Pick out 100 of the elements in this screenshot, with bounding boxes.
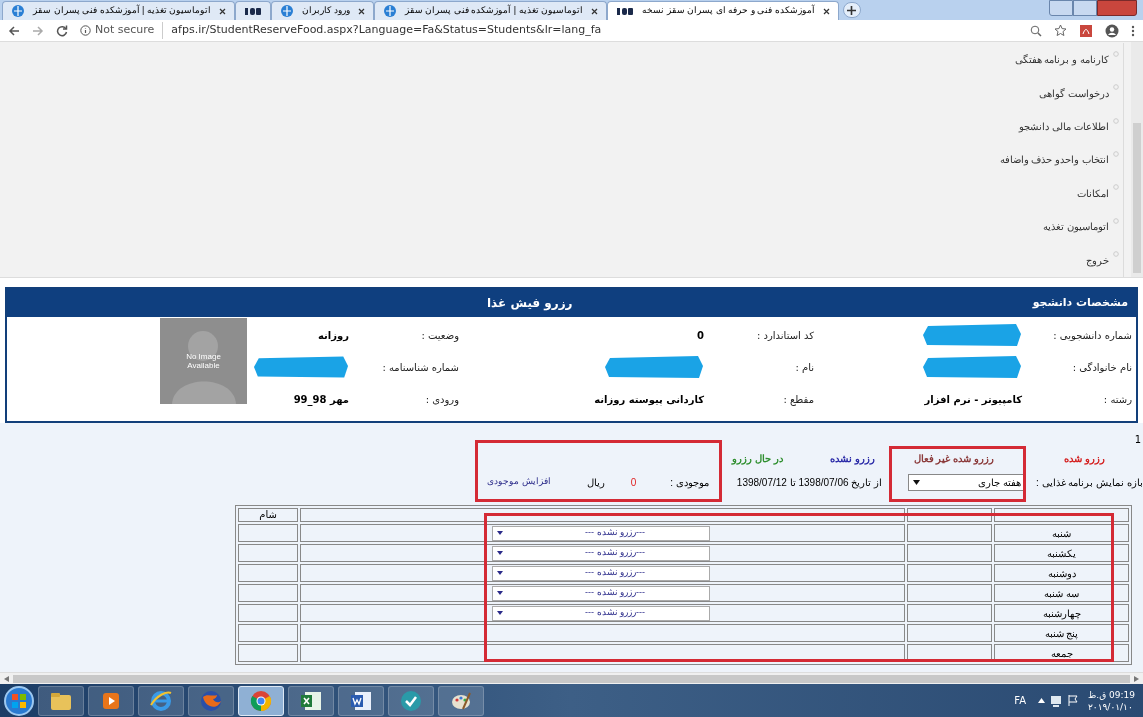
balance-label: موجودی :: [670, 475, 709, 490]
field-label: وضعیت :: [421, 328, 460, 343]
scroll-left-icon[interactable]: [4, 675, 9, 682]
balance-value: 0: [630, 475, 637, 490]
field-label: مقطع :: [783, 392, 815, 407]
page-number: 1: [1133, 433, 1142, 447]
circle-icon: [1113, 117, 1119, 124]
dropdown-arrow-icon: [497, 551, 503, 555]
circle-icon: [1113, 84, 1119, 91]
field-label: رشته :: [1103, 392, 1133, 407]
document-icon: [349, 689, 373, 712]
currency-label: ریال: [586, 475, 605, 490]
menu-item[interactable]: درخواست گواهی: [1039, 85, 1109, 101]
reload-icon[interactable]: [56, 24, 68, 37]
account-icon[interactable]: [1105, 23, 1119, 38]
column-header: شام: [238, 508, 298, 522]
play-icon: [101, 690, 121, 711]
chrome-icon: [249, 688, 273, 713]
field-value: کامپیوتر - نرم افزار: [924, 392, 1022, 407]
range-label: بازه نمایش برنامه غذایی :: [1036, 475, 1143, 490]
day-cell: شنبه: [994, 524, 1129, 542]
language-indicator[interactable]: FA: [1014, 693, 1027, 708]
legend-label: رزرو نشده: [830, 452, 875, 466]
url-text[interactable]: afps.ir/StudentReserveFood.aspx?Language=Fa&Status=Students&lr=lang_fa: [171, 22, 602, 39]
pdf-extension-icon[interactable]: [1079, 23, 1093, 38]
windows-logo-icon: [12, 693, 26, 708]
globe-icon: [382, 4, 397, 18]
flag-icon[interactable]: [1067, 694, 1081, 707]
section-title: مشخصات دانشجو: [1032, 294, 1128, 311]
star-icon[interactable]: [1054, 24, 1067, 37]
topup-link[interactable]: افزایش موجودی: [487, 475, 551, 489]
circle-icon: [1113, 184, 1119, 191]
field-value: کاردانی پیوسته روزانه: [594, 392, 704, 407]
up-arrow-icon[interactable]: [1038, 698, 1046, 703]
browser-tab[interactable]: آموزشکده فنی و حرفه ای پسران سقز نسخه: [607, 1, 839, 20]
field-value: روزانه: [318, 328, 349, 343]
dropdown-arrow-icon: [497, 531, 503, 535]
fox-globe-icon: [199, 688, 223, 713]
letter-e-icon: [149, 688, 173, 713]
field-label: کد استاندارد :: [756, 328, 815, 343]
legend-label: رزرو شده: [1064, 452, 1105, 466]
meal-select[interactable]: ---رزرو نشده ---: [492, 565, 710, 581]
menu-item[interactable]: کارنامه و برنامه هفتگی: [1014, 52, 1109, 68]
new-tab-button[interactable]: [842, 2, 861, 18]
menu-item[interactable]: اطلاعات مالی دانشجو: [1019, 119, 1109, 135]
meal-select[interactable]: ---رزرو نشده ---: [492, 585, 710, 601]
menu-icon[interactable]: [1131, 24, 1135, 37]
field-value: مهر 98_99: [293, 392, 349, 407]
meal-select[interactable]: ---رزرو نشده ---: [492, 525, 710, 541]
menu-item[interactable]: اتوماسیون تغذیه: [1043, 219, 1109, 235]
clock-time[interactable]: 09:19 ق.ظ: [1088, 688, 1135, 701]
security-label: Not secure: [95, 22, 164, 39]
start-button[interactable]: [4, 685, 34, 716]
plus-icon: [847, 5, 857, 15]
clock-date[interactable]: ۲۰۱۹/۰۱/۱۰: [1088, 700, 1133, 713]
menu-item[interactable]: انتخاب واحدو حذف واضافه: [999, 152, 1109, 168]
browser-tab[interactable]: [235, 1, 272, 20]
scrollbar[interactable]: [1131, 42, 1143, 277]
photo-caption: No Image Available: [185, 352, 222, 370]
maximize-button[interactable]: [1073, 0, 1097, 16]
meal-select[interactable]: ---رزرو نشده ---: [492, 545, 710, 561]
circle-icon: [1113, 251, 1119, 258]
menu-item[interactable]: امکانات: [1077, 185, 1109, 201]
close-icon[interactable]: [357, 7, 365, 15]
info-icon[interactable]: [80, 25, 91, 36]
globe-icon: [280, 4, 295, 18]
menu-item[interactable]: خروج: [1086, 252, 1109, 268]
dropdown-arrow-icon: [497, 611, 503, 615]
close-icon[interactable]: [219, 7, 227, 15]
dropdown-arrow-icon: [497, 571, 503, 575]
scroll-right-icon[interactable]: [1134, 675, 1139, 682]
close-icon[interactable]: [591, 7, 599, 15]
circle-icon: [1113, 150, 1119, 157]
day-cell: چهارشنبه: [994, 604, 1129, 622]
spreadsheet-icon: [299, 689, 323, 712]
panel-title: رزرو فیش غذا: [487, 295, 573, 312]
back-arrow-icon[interactable]: [8, 24, 20, 37]
browser-tab[interactable]: اتوماسیون تغذیه | آموزشکده فنی پسران سقز: [373, 1, 608, 20]
browser-tab[interactable]: اتوماسیون تغذیه | آموزشکده فنی پسران سقز: [2, 1, 236, 20]
day-cell: سه شنبه: [994, 584, 1129, 602]
date-range: از تاریخ 1398/07/06 تا 1398/07/12: [736, 475, 883, 490]
dropdown-arrow-icon: [913, 479, 921, 485]
day-cell: دوشنبه: [994, 564, 1129, 582]
close-icon[interactable]: [822, 7, 830, 15]
horizontal-scrollbar[interactable]: [0, 672, 1143, 684]
network-icon[interactable]: [1049, 693, 1064, 708]
logo-icon: [616, 6, 635, 16]
field-value: 0: [697, 328, 704, 343]
field-label: شماره شناسنامه :: [382, 360, 460, 375]
minimize-button[interactable]: [1049, 0, 1073, 16]
globe-icon: [11, 4, 25, 18]
zoom-icon[interactable]: [1030, 24, 1042, 37]
day-cell: جمعه: [994, 644, 1129, 662]
taskbar-app-button[interactable]: [238, 685, 284, 716]
day-cell: یکشنبه: [994, 544, 1129, 562]
legend-label: رزرو شده غیر فعال: [913, 452, 994, 466]
dropdown-arrow-icon: [497, 591, 503, 595]
circle-icon: [1113, 217, 1119, 224]
meal-select[interactable]: ---رزرو نشده ---: [492, 605, 710, 621]
browser-tab[interactable]: ورود کاربران: [271, 1, 374, 20]
